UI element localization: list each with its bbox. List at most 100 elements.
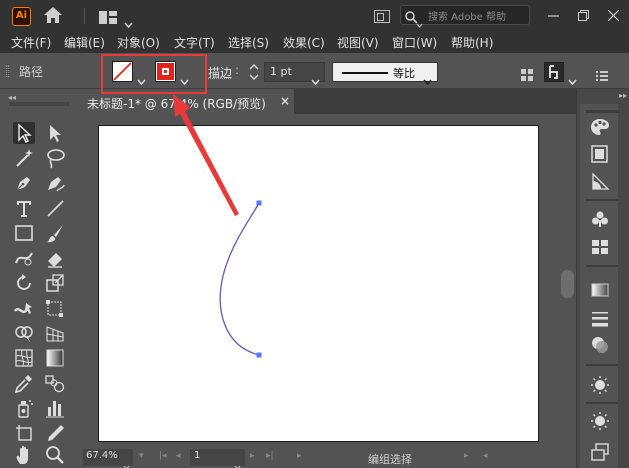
illustrator-window: Ai 搜索 Adobe 帮助 文件(F) 编辑(E) 对象(O) 文字(T) 选… <box>0 0 629 468</box>
minimize-button[interactable] <box>538 0 568 31</box>
menu-object[interactable]: 对象(O) <box>117 34 160 51</box>
symbols-icon[interactable] <box>590 209 610 229</box>
menu-view[interactable]: 视图(V) <box>337 34 379 51</box>
rectangle-tool[interactable] <box>13 222 35 244</box>
home-icon[interactable] <box>43 6 63 24</box>
free-transform-tool[interactable] <box>44 297 66 319</box>
column-graph-tool[interactable] <box>44 397 66 419</box>
collapse-icon[interactable]: ◂◂ <box>8 93 16 102</box>
panel-menu-icon[interactable] <box>596 66 608 76</box>
gradient-icon[interactable] <box>590 280 610 300</box>
rotate-tool[interactable] <box>13 272 35 294</box>
panel-grip[interactable] <box>9 102 69 106</box>
variable-width-profile[interactable]: 等比 <box>332 62 438 82</box>
symbol-sprayer-tool[interactable] <box>13 397 35 419</box>
mesh-tool[interactable] <box>13 347 35 369</box>
last-artboard-icon[interactable]: ▸| <box>266 451 274 461</box>
perspective-grid-tool[interactable] <box>44 322 66 344</box>
control-bar: 路径 描边 : 1 pt 等比 <box>0 53 629 89</box>
divider <box>586 265 618 267</box>
graphic-styles-icon[interactable] <box>590 411 610 431</box>
gradient-tool[interactable] <box>44 347 66 369</box>
menu-edit[interactable]: 编辑(E) <box>64 34 105 51</box>
panel-grip[interactable] <box>6 65 9 77</box>
transparency-icon[interactable] <box>590 335 610 355</box>
shaper-tool[interactable] <box>13 247 35 269</box>
close-tab-icon[interactable]: × <box>280 94 290 108</box>
canvas[interactable] <box>79 114 557 447</box>
chevron-down-icon[interactable] <box>124 13 133 19</box>
menu-type[interactable]: 文字(T) <box>174 34 215 51</box>
vertical-scrollbar[interactable] <box>559 114 576 447</box>
zoom-field[interactable]: 67.4% <box>83 449 133 466</box>
stroke-label[interactable]: 描边 <box>208 64 232 81</box>
menu-effect[interactable]: 效果(C) <box>283 34 325 51</box>
first-artboard-icon[interactable]: |◂ <box>159 451 167 461</box>
line-segment-tool[interactable] <box>44 197 66 219</box>
artboard-number-field[interactable]: 1 <box>190 449 245 466</box>
brushes-icon[interactable] <box>590 237 610 257</box>
close-window-button[interactable] <box>598 0 628 31</box>
status-menu-icon[interactable]: ▸ <box>464 451 469 461</box>
direct-selection-tool[interactable] <box>44 122 66 144</box>
zoom-tool[interactable] <box>44 444 66 466</box>
swatches-icon[interactable] <box>590 144 610 164</box>
scrollbar-thumb[interactable] <box>561 270 574 298</box>
eraser-tool[interactable] <box>44 247 66 269</box>
layers-icon[interactable] <box>590 442 610 462</box>
color-guide-icon[interactable] <box>590 171 610 191</box>
stroke-weight-stepper[interactable] <box>247 62 261 82</box>
lasso-tool[interactable] <box>44 147 66 169</box>
curvature-tool[interactable] <box>44 172 66 194</box>
chevron-down-icon[interactable] <box>234 455 241 461</box>
scroll-left-icon[interactable]: ◂ <box>483 451 488 461</box>
menu-file[interactable]: 文件(F) <box>11 34 51 51</box>
chevron-down-icon[interactable] <box>416 13 423 19</box>
paintbrush-tool[interactable] <box>44 222 66 244</box>
chevron-down-icon[interactable] <box>311 70 320 76</box>
arrange-documents-icon[interactable] <box>374 10 390 23</box>
chevron-down-icon[interactable] <box>423 70 432 76</box>
workspace-layout-icon[interactable] <box>99 9 117 22</box>
eyedropper-tool[interactable] <box>13 372 35 394</box>
menu-select[interactable]: 选择(S) <box>228 34 269 51</box>
menu-help[interactable]: 帮助(H) <box>451 34 493 51</box>
selected-path[interactable] <box>220 203 259 355</box>
stroke-weight-field[interactable]: 1 pt <box>264 62 325 82</box>
appearance-icon[interactable] <box>590 375 610 395</box>
restore-button[interactable] <box>568 0 598 31</box>
selection-tool[interactable] <box>13 122 35 144</box>
search-field[interactable]: 搜索 Adobe 帮助 <box>400 5 530 25</box>
panel-icon-column <box>580 104 618 468</box>
blend-tool[interactable] <box>44 372 66 394</box>
chevron-down-icon[interactable] <box>123 455 130 461</box>
type-tool[interactable] <box>13 197 35 219</box>
chevron-down-icon[interactable] <box>568 70 577 76</box>
anchor-point[interactable] <box>257 201 262 206</box>
right-panel-dock: ▸▸ <box>576 89 629 468</box>
color-palette-icon[interactable] <box>590 117 610 137</box>
shape-builder-tool[interactable] <box>13 322 35 344</box>
divider <box>586 199 618 201</box>
slice-tool[interactable] <box>44 422 66 444</box>
chevron-right-icon[interactable]: ▸ <box>297 451 302 461</box>
panel-grip[interactable] <box>586 110 620 113</box>
artboard-tool[interactable] <box>13 422 35 444</box>
menu-window[interactable]: 窗口(W) <box>392 34 437 51</box>
chevron-down-icon[interactable]: ▾ <box>139 451 144 461</box>
collapse-icon[interactable]: ▸▸ <box>619 91 627 100</box>
hand-tool[interactable] <box>13 444 35 466</box>
next-artboard-icon[interactable]: ▸ <box>250 451 255 461</box>
previous-artboard-icon[interactable]: ◂ <box>176 451 181 461</box>
magic-wand-tool[interactable] <box>13 147 35 169</box>
transform-icon <box>545 63 563 81</box>
pen-tool[interactable] <box>13 172 35 194</box>
anchor-point[interactable] <box>257 353 262 358</box>
search-placeholder: 搜索 Adobe 帮助 <box>428 8 506 23</box>
menu-bar: 文件(F) 编辑(E) 对象(O) 文字(T) 选择(S) 效果(C) 视图(V… <box>0 31 629 53</box>
transform-button[interactable] <box>544 62 564 82</box>
stroke-icon[interactable] <box>590 308 610 328</box>
scale-tool[interactable] <box>44 272 66 294</box>
width-tool[interactable] <box>13 297 35 319</box>
align-icon[interactable] <box>521 66 533 78</box>
